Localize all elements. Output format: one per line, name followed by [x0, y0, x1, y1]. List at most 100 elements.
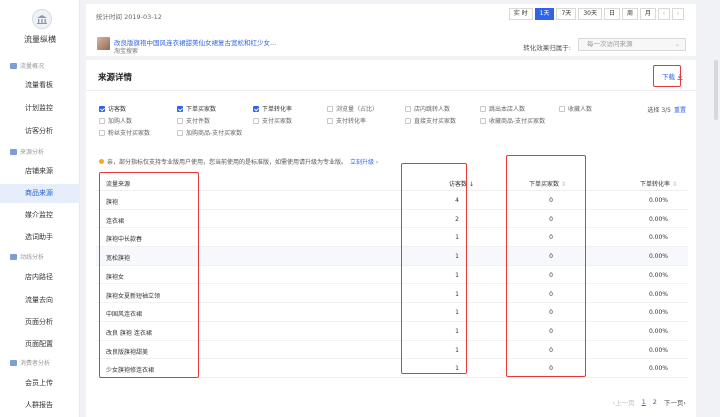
cell-orders: 0 — [549, 290, 553, 298]
sort-icon[interactable]: ⇕ — [561, 181, 566, 188]
col-orders[interactable]: 下单买家数 ⇕ — [529, 179, 566, 188]
checkbox[interactable] — [327, 105, 333, 112]
cell-orders: 0 — [549, 346, 553, 354]
checkbox[interactable] — [480, 117, 486, 124]
source-detail-card: 来源详情 下载 访客数 下单买家数 下单转化率 浏览量（占比） 店内跳转人数 跳… — [86, 60, 696, 417]
sidebar-item-traffic-flow[interactable]: 流量去向 — [0, 291, 80, 310]
scrollbar-thumb[interactable] — [714, 60, 718, 120]
col-conversion[interactable]: 下单转化率 ⇕ — [640, 179, 677, 188]
metric-paid-buyers[interactable]: 支付买家数 — [253, 116, 292, 125]
time-btn-realtime[interactable]: 实 时 — [508, 8, 533, 20]
sidebar-item-shop-source[interactable]: 店铺来源 — [0, 162, 80, 181]
checkbox[interactable] — [99, 117, 105, 124]
checkbox[interactable] — [405, 105, 411, 112]
metric-bounce[interactable]: 跳出本店人数 — [480, 104, 525, 113]
sidebar-item-keyword-helper[interactable]: 选词助手 — [0, 228, 80, 247]
metric-add-cart[interactable]: 加购人数 — [99, 116, 132, 125]
metric-pageviews[interactable]: 浏览量（占比） — [327, 104, 378, 113]
info-dot-icon — [99, 159, 104, 164]
checkbox[interactable] — [480, 105, 486, 112]
sidebar-group-path[interactable]: 动线分析 — [10, 252, 44, 261]
metric-cart-paid[interactable]: 加购商品-支付买家数 — [177, 128, 242, 137]
checkbox[interactable] — [177, 117, 183, 124]
cell-visitors: 1 — [455, 253, 459, 261]
checkbox[interactable] — [559, 105, 565, 112]
time-btn-7day[interactable]: 7天 — [556, 8, 577, 20]
metric-fan-paid[interactable]: 粉丝支付买家数 — [99, 128, 150, 137]
cell-source: 改良 旗袍 连衣裙 — [106, 329, 152, 337]
product-thumbnail[interactable] — [97, 37, 110, 50]
time-btn-month[interactable]: 月 — [639, 8, 656, 20]
sort-desc-icon[interactable]: ↓ — [469, 181, 474, 188]
cell-conversion: 0.00% — [648, 327, 668, 335]
table-row: 改良版旗袍甜美 1 0 0.00% — [96, 341, 688, 360]
sidebar-item-crowd-report[interactable]: 人群报告 — [0, 396, 80, 415]
cell-orders: 0 — [549, 253, 553, 261]
sidebar-item-product-source[interactable]: 商品来源 — [0, 184, 80, 203]
checkbox[interactable] — [99, 129, 105, 136]
time-btn-day[interactable]: 日 — [603, 8, 620, 20]
page-1[interactable]: 1 — [642, 398, 646, 406]
sidebar-item-plan-monitor[interactable]: 计划监控 — [0, 99, 80, 118]
cell-orders: 0 — [549, 215, 553, 223]
reset-link[interactable]: 重置 — [674, 107, 686, 114]
cell-orders: 0 — [549, 365, 553, 373]
metric-order-buyers[interactable]: 下单买家数 — [177, 104, 216, 113]
sidebar-item-shop-path[interactable]: 店内路径 — [0, 268, 80, 287]
upgrade-link[interactable]: 立刻升级 › — [350, 157, 378, 166]
metric-direct-paid[interactable]: 直接支付买家数 — [405, 116, 456, 125]
checkbox[interactable] — [177, 129, 183, 136]
download-button[interactable]: 下载 — [662, 71, 683, 81]
checkbox[interactable] — [253, 117, 259, 124]
time-btn-30day[interactable]: 30天 — [578, 8, 602, 20]
cell-orders: 0 — [549, 234, 553, 242]
product-title-link[interactable]: 改良版旗袍中国风连衣裙甜美仙女裙复古宽松和红少女... — [114, 37, 276, 47]
prev-page-button[interactable]: ‹上一页 — [613, 397, 635, 407]
next-date-icon[interactable]: › — [672, 8, 684, 20]
sidebar-group-source[interactable]: 来源分析 — [10, 147, 44, 156]
page-2[interactable]: 2 — [653, 398, 657, 406]
folder-icon — [10, 253, 17, 260]
prev-date-icon[interactable]: ‹ — [658, 8, 670, 20]
cell-orders: 0 — [549, 271, 553, 279]
cell-conversion: 0.00% — [648, 346, 668, 354]
checkbox-checked[interactable] — [177, 105, 183, 112]
page-scrollbar[interactable] — [712, 0, 720, 417]
col-visitors[interactable]: 访客数 ↓ — [449, 179, 474, 188]
checkbox[interactable] — [327, 117, 333, 124]
cell-visitors: 1 — [455, 271, 459, 279]
metric-order-conversion[interactable]: 下单转化率 — [253, 104, 292, 113]
sidebar-item-page-config[interactable]: 页面配置 — [0, 335, 80, 354]
sidebar-item-member-upload[interactable]: 会员上传 — [0, 374, 80, 393]
divider — [86, 90, 696, 91]
metric-favorites[interactable]: 收藏人数 — [559, 104, 592, 113]
sidebar-group-consumer[interactable]: 消费者分析 — [10, 358, 50, 367]
cell-visitors: 1 — [455, 327, 459, 335]
sidebar-group-overview[interactable]: 流量概况 — [10, 61, 44, 70]
cell-visitors: 2 — [455, 215, 459, 223]
checkbox[interactable] — [405, 117, 411, 124]
cell-conversion: 0.00% — [648, 197, 668, 204]
select-count: 选择 3/5 重置 — [647, 107, 686, 114]
sidebar-item-page-analysis[interactable]: 页面分析 — [0, 313, 80, 332]
sidebar-item-media-monitor[interactable]: 媒介监控 — [0, 206, 80, 225]
next-page-button[interactable]: 下一页› — [664, 397, 686, 407]
metric-paid-items[interactable]: 支付件数 — [177, 116, 210, 125]
metric-visitors[interactable]: 访客数 — [99, 104, 126, 113]
stat-time: 统计时间 2019-03-12 — [96, 13, 162, 21]
cell-source: 旗袍中长款春 — [106, 236, 143, 244]
checkbox-checked[interactable] — [99, 105, 105, 112]
sort-icon[interactable]: ⇕ — [672, 181, 677, 188]
table-row: 少女旗袍修连衣裙 1 0 0.00% — [96, 359, 688, 378]
metric-inshop-jump[interactable]: 店内跳转人数 — [405, 104, 450, 113]
checkbox-checked[interactable] — [253, 105, 259, 112]
time-btn-week[interactable]: 周 — [621, 8, 638, 20]
time-btn-1day[interactable]: 1天 — [534, 8, 555, 20]
sidebar-item-dashboard[interactable]: 流量看板 — [0, 76, 80, 95]
cell-conversion: 0.00% — [648, 271, 668, 279]
attribution-select[interactable]: 每一次访问来源 ⌄ — [578, 38, 686, 51]
metric-paid-conversion[interactable]: 支付转化率 — [327, 116, 366, 125]
table-row: 旗袍中长款春 1 0 0.00% — [96, 228, 688, 248]
sidebar-item-visitor-analysis[interactable]: 访客分析 — [0, 122, 80, 141]
metric-fav-paid[interactable]: 收藏商品-支付买家数 — [480, 116, 545, 125]
